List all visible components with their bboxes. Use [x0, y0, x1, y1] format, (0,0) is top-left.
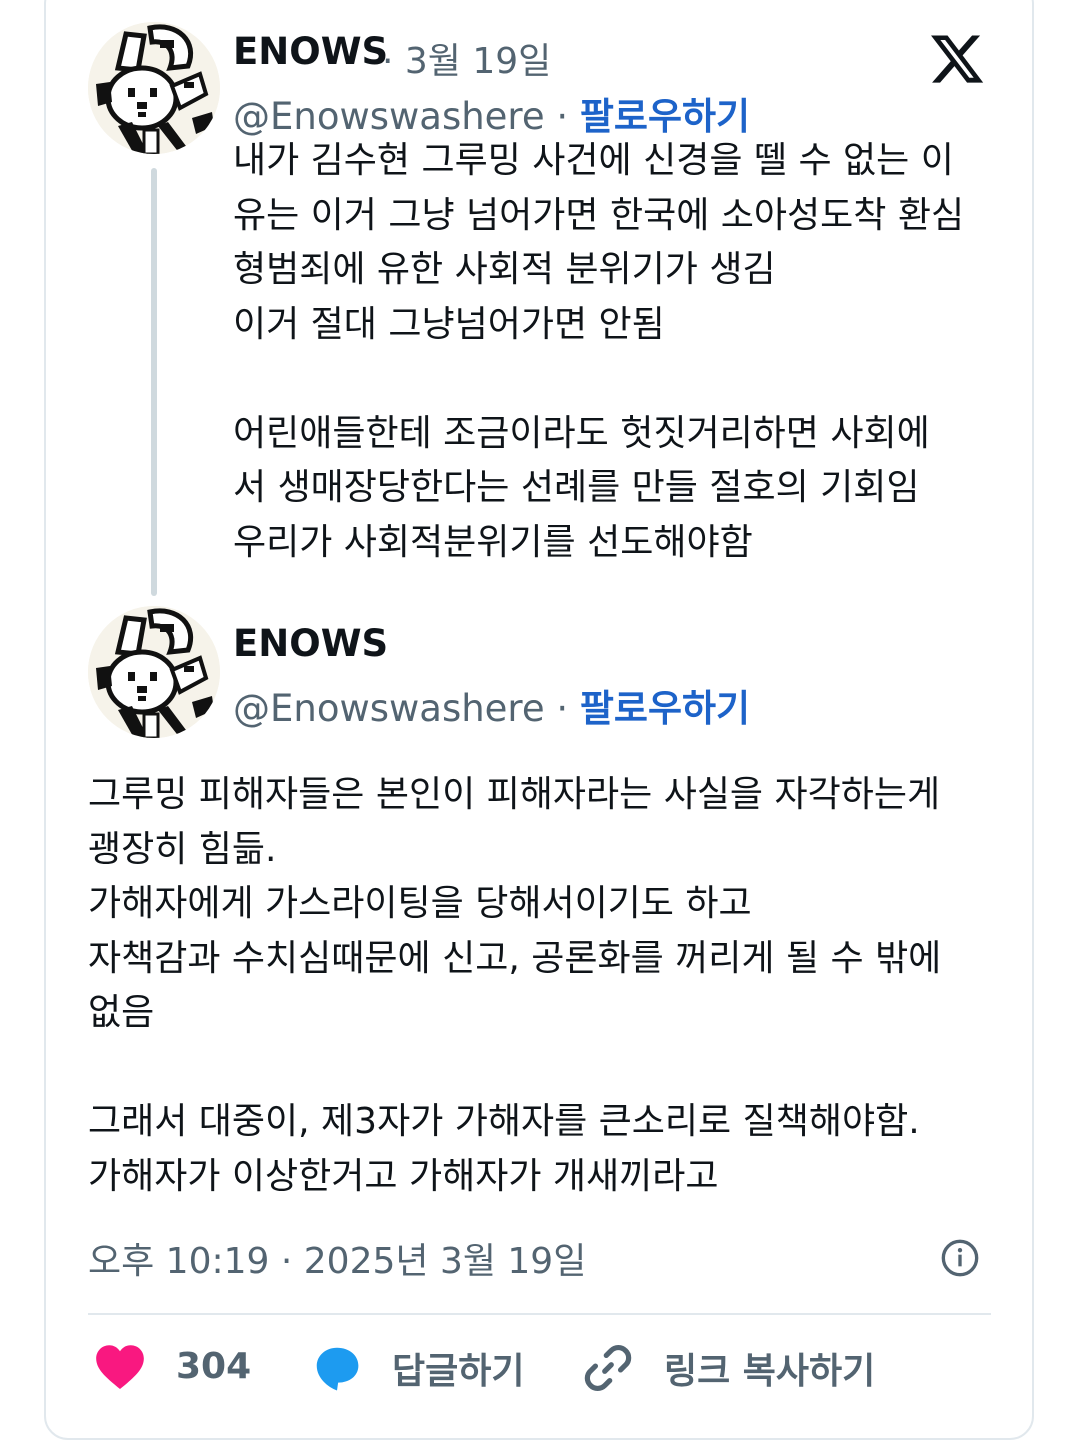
like-button[interactable]: 304	[94, 1342, 251, 1390]
thread-connector-line	[151, 168, 157, 596]
author-handle[interactable]: @Enowswashere	[233, 95, 545, 138]
reply-label: 답글하기	[392, 1351, 525, 1392]
author-avatar[interactable]	[88, 22, 220, 154]
copy-link-button[interactable]: 링크 복사하기	[582, 1342, 875, 1394]
follow-button[interactable]: 팔로우하기	[580, 687, 750, 730]
author-handle[interactable]: @Enowswashere	[233, 687, 545, 730]
separator-dot: ·	[556, 95, 569, 138]
heart-icon	[96, 1345, 144, 1389]
tweet-timestamp[interactable]: 오후 10:19 · 2025년 3월 19일	[88, 1232, 586, 1284]
author-name[interactable]: ENOWS	[233, 622, 388, 665]
author-handle-row: @Enowswashere · 팔로우하기	[233, 86, 750, 140]
tweet-date[interactable]: · 3월 19일	[382, 32, 551, 84]
x-logo-icon[interactable]	[928, 30, 986, 88]
quoted-tweet-text: 내가 김수현 그루밍 사건에 신경을 뗄 수 없는 이 유는 이거 그냥 넘어가…	[233, 140, 965, 563]
like-count: 304	[176, 1345, 252, 1387]
author-name[interactable]: ENOWS	[233, 30, 388, 73]
speech-bubble-icon	[316, 1347, 359, 1391]
action-divider	[88, 1313, 991, 1315]
info-icon[interactable]	[940, 1238, 980, 1278]
copy-link-label: 링크 복사하기	[664, 1351, 876, 1392]
reply-button[interactable]: 답글하기	[310, 1342, 524, 1394]
author-handle-row: @Enowswashere · 팔로우하기	[233, 678, 750, 732]
main-tweet-text: 그루밍 피해자들은 본인이 피해자라는 사실을 자각하는게 괭장히 힘듦. 가해…	[88, 774, 942, 1197]
author-avatar[interactable]	[88, 606, 220, 738]
follow-button[interactable]: 팔로우하기	[580, 95, 750, 138]
link-icon	[584, 1344, 632, 1392]
separator-dot: ·	[556, 687, 569, 730]
